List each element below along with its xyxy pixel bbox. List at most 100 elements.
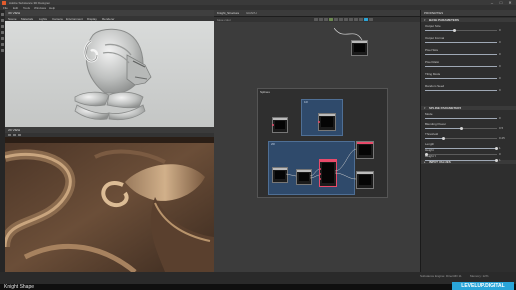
view-3d-menu-environment[interactable]: Environment xyxy=(66,17,83,21)
param-slider[interactable]: 0 xyxy=(425,88,501,92)
param-row[interactable]: Height Y 1 xyxy=(425,154,513,162)
graph-tool-6-icon[interactable] xyxy=(339,18,343,21)
param-row[interactable]: Random Seed 0 xyxy=(425,84,513,92)
param-slider[interactable]: 0 xyxy=(425,28,501,32)
param-slider[interactable]: 0 xyxy=(425,76,501,80)
slider-knob[interactable] xyxy=(495,159,498,162)
menu-file[interactable]: File xyxy=(3,6,8,10)
param-value[interactable]: 0.25 xyxy=(499,136,505,140)
properties-title: PROPERTIES xyxy=(424,11,444,15)
graph-tool-9-icon[interactable] xyxy=(354,18,358,21)
view-3d-menu-camera[interactable]: Camera xyxy=(52,17,63,21)
menu-tools[interactable]: Tools xyxy=(23,6,30,10)
param-slider[interactable]: 1 xyxy=(425,158,501,162)
param-value[interactable]: 0 xyxy=(499,116,501,120)
camera-tool-icon[interactable] xyxy=(1,37,4,40)
view-3d-panel[interactable]: 3D VIEW Scene Materials Lights Camera En… xyxy=(5,10,214,127)
view-3d-menu-renderer[interactable]: Renderer xyxy=(102,17,115,21)
graph-title: GRAPH xyxy=(246,11,257,15)
splines-frame[interactable]: Splines 1R 2R xyxy=(257,88,388,198)
slider-knob[interactable] xyxy=(460,127,463,130)
spline-parameters-section[interactable]: ▾ SPLINE PARAMETERS xyxy=(421,106,516,110)
param-row[interactable]: Tiling Mode 0 xyxy=(425,72,513,80)
rotate-tool-icon[interactable] xyxy=(1,25,4,28)
menu-edit[interactable]: Edit xyxy=(13,6,18,10)
param-value[interactable]: 0 xyxy=(499,88,501,92)
graph-tool-8-icon[interactable] xyxy=(349,18,353,21)
param-row[interactable]: Pixel Size 0 xyxy=(425,48,513,56)
param-value[interactable]: 0.5 xyxy=(499,126,503,130)
graph-tab[interactable]: Knight_Structure xyxy=(217,11,239,15)
view-3d-menu-scene[interactable]: Scene xyxy=(8,17,17,21)
view-3d-title: 3D VIEW xyxy=(8,11,21,15)
param-row[interactable]: Length 1 xyxy=(425,142,513,150)
graph-tool-10-icon[interactable] xyxy=(359,18,363,21)
graph-tool-5-icon[interactable] xyxy=(334,18,338,21)
slider-knob[interactable] xyxy=(442,137,445,140)
param-slider[interactable]: 0.5 xyxy=(425,126,503,130)
param-row[interactable]: Output Format 0 xyxy=(425,36,513,44)
view-2d-channel-icon[interactable] xyxy=(13,134,16,136)
param-row[interactable]: Threshold 0.25 xyxy=(425,132,513,140)
caption-left-text: Knight Shape xyxy=(4,284,35,290)
graph-tool-11-icon[interactable] xyxy=(364,18,368,21)
view-3d-menu-materials[interactable]: Materials xyxy=(21,17,33,21)
view-3d-menu-display[interactable]: Display xyxy=(87,17,97,21)
param-row[interactable]: Height 0 xyxy=(425,148,513,156)
window-title: Adobe Substance 3D Designer xyxy=(9,0,51,5)
view-3d-menu-lights[interactable]: Lights xyxy=(39,17,47,21)
spline-parameters-title: SPLINE PARAMETERS xyxy=(429,106,462,110)
graph-output-label: base color xyxy=(217,17,231,22)
output-wire xyxy=(334,28,363,41)
view-2d-panel[interactable]: 2D VIEW xyxy=(5,127,214,272)
scale-tool-icon[interactable] xyxy=(1,31,4,34)
carved-wood-reference-image xyxy=(5,137,214,272)
param-value[interactable]: 0 xyxy=(499,76,501,80)
graph-tool-2-icon[interactable] xyxy=(319,18,323,21)
chevron-down-icon: ▾ xyxy=(424,106,426,110)
param-row[interactable]: Mode 0 xyxy=(425,112,513,120)
param-label: Height Y xyxy=(425,154,437,158)
view-2d-zoom-icon[interactable] xyxy=(8,134,11,136)
base-parameters-section[interactable]: ▾ BASE PARAMETERS xyxy=(421,18,516,22)
graph-tool-4-icon[interactable] xyxy=(329,18,333,21)
menu-windows[interactable]: Windows xyxy=(34,6,46,10)
menu-help[interactable]: Help xyxy=(49,6,55,10)
param-label: Mode xyxy=(425,112,433,116)
graph-tool-1-icon[interactable] xyxy=(314,18,318,21)
fit-tool-icon[interactable] xyxy=(1,49,4,52)
param-label: Blending Power xyxy=(425,122,447,126)
param-label: Threshold xyxy=(425,132,439,136)
slider-knob[interactable] xyxy=(453,29,456,32)
param-slider[interactable]: 0 xyxy=(425,64,501,68)
param-row[interactable]: Pixel Ratio 0 xyxy=(425,60,513,68)
param-slider[interactable]: 0 xyxy=(425,116,501,120)
param-slider[interactable]: 0.25 xyxy=(425,136,505,140)
status-engine: Substance Engine: Direct3D 11 xyxy=(420,274,462,278)
param-value[interactable]: 0 xyxy=(499,52,501,56)
param-row[interactable]: Blending Power 0.5 xyxy=(425,122,513,130)
graph-tool-3-icon[interactable] xyxy=(324,18,328,21)
param-value[interactable]: 0 xyxy=(499,28,501,32)
param-value[interactable]: 1 xyxy=(499,158,501,162)
param-label: Length xyxy=(425,142,435,146)
properties-panel: PROPERTIES ▾ BASE PARAMETERS ▾ SPLINE PA… xyxy=(420,10,516,272)
graph-tool-12-icon[interactable] xyxy=(369,18,373,21)
light-tool-icon[interactable] xyxy=(1,43,4,46)
graph-tool-7-icon[interactable] xyxy=(344,18,348,21)
param-label: Output Size xyxy=(425,24,441,28)
param-label: Random Seed xyxy=(425,84,445,88)
param-value[interactable]: 0 xyxy=(499,40,501,44)
param-label: Pixel Size xyxy=(425,48,439,52)
splines-wires xyxy=(285,148,357,180)
move-tool-icon[interactable] xyxy=(1,19,4,22)
select-tool-icon[interactable] xyxy=(1,13,4,16)
view-2d-fit-icon[interactable] xyxy=(18,134,21,136)
graph-panel[interactable]: Knight_Structure GRAPH base color Spline… xyxy=(214,10,420,272)
param-row[interactable]: Output Size 0 xyxy=(425,24,513,32)
param-value[interactable]: 0 xyxy=(499,64,501,68)
view-2d-title: 2D VIEW xyxy=(8,128,21,132)
param-slider[interactable]: 0 xyxy=(425,40,501,44)
param-slider[interactable]: 0 xyxy=(425,52,501,56)
knight-relief-render xyxy=(5,21,214,127)
